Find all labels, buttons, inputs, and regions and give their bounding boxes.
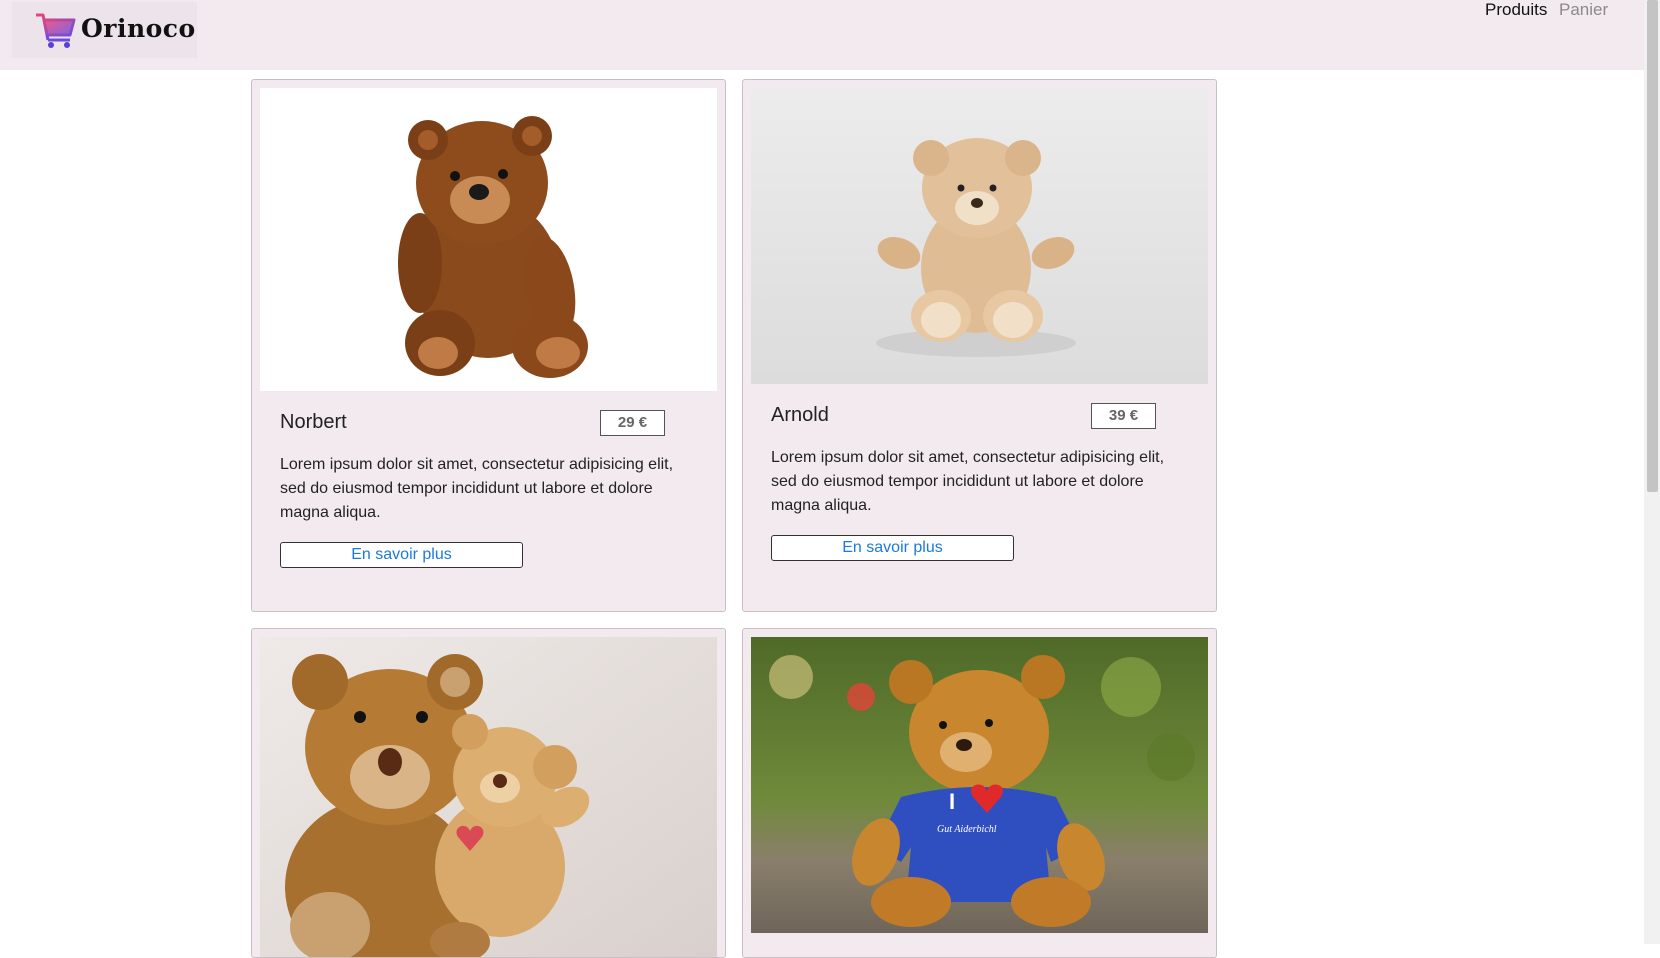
nav-link-panier[interactable]: Panier — [1559, 0, 1608, 20]
two-teddy-bears-image — [260, 637, 717, 957]
learn-more-button[interactable]: En savoir plus — [771, 535, 1014, 561]
nav-link-produits[interactable]: Produits — [1485, 0, 1547, 20]
product-name: Arnold — [771, 404, 829, 426]
scrollbar-thumb[interactable] — [1647, 0, 1658, 492]
shirt-letter: I — [949, 789, 955, 814]
brand-name: Orinoco — [81, 14, 196, 43]
top-navbar: Orinoco Produits Panier — [0, 0, 1644, 70]
brown-teddy-bear-image — [260, 88, 717, 391]
shopping-cart-icon — [36, 13, 76, 48]
product-card: Norbert 29 € Lorem ipsum dolor sit amet,… — [251, 79, 726, 612]
product-description: Lorem ipsum dolor sit amet, consectetur … — [280, 456, 674, 521]
price-badge: 39 € — [1091, 403, 1156, 429]
price-badge: 29 € — [600, 410, 665, 436]
product-name: Norbert — [280, 411, 347, 433]
brand-logo-link[interactable]: Orinoco — [12, 2, 197, 58]
shirt-subtext: Gut Aiderbichl — [937, 824, 997, 835]
beige-teddy-bear-image — [751, 88, 1208, 384]
learn-more-button[interactable]: En savoir plus — [280, 542, 523, 568]
product-card: I Gut Aiderbichl — [742, 628, 1217, 958]
product-card — [251, 628, 726, 958]
product-card: Arnold 39 € Lorem ipsum dolor sit amet, … — [742, 79, 1217, 612]
teddy-bear-blue-shirt-image: I Gut Aiderbichl — [751, 637, 1208, 933]
product-description: Lorem ipsum dolor sit amet, consectetur … — [771, 449, 1165, 514]
